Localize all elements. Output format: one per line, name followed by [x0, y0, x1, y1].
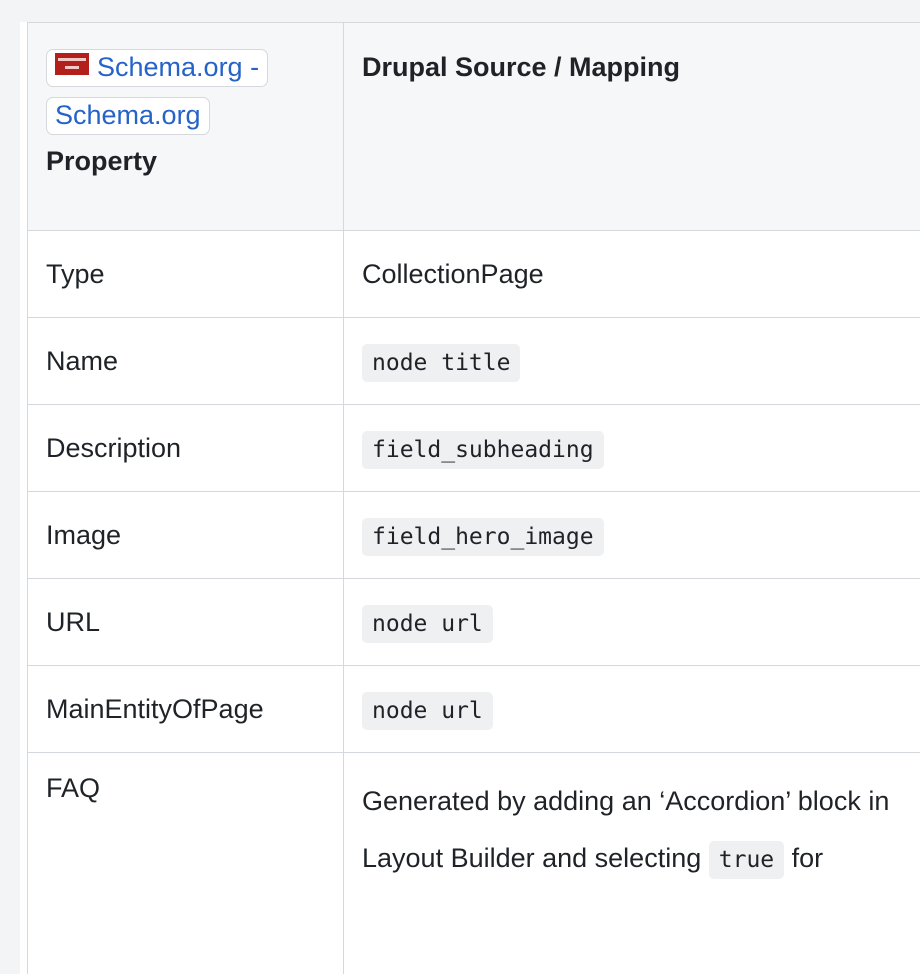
- mapping-code: node url: [362, 604, 493, 643]
- header-source-label: Drupal Source / Mapping: [362, 52, 681, 82]
- mapping-code: node url: [362, 691, 493, 730]
- mapping-cell: node title: [343, 317, 920, 405]
- property-cell: URL: [27, 578, 344, 666]
- top-band: [20, 0, 920, 22]
- faq-code: true: [708, 841, 785, 879]
- table-row: Type CollectionPage: [27, 230, 920, 318]
- table-row: Name node title: [27, 317, 920, 405]
- mapping-cell: field_hero_image: [343, 491, 920, 579]
- schema-org-link[interactable]: Schema.org - Schema.org: [46, 49, 269, 135]
- property-cell: Image: [27, 491, 344, 579]
- header-source-cell: Drupal Source / Mapping: [343, 22, 920, 231]
- property-cell: MainEntityOfPage: [27, 665, 344, 753]
- mapping-cell: field_subheading: [343, 404, 920, 492]
- property-cell: Description: [27, 404, 344, 492]
- table-row: Image field_hero_image: [27, 491, 920, 579]
- mapping-code: field_hero_image: [362, 517, 604, 556]
- table-row-faq: FAQ Generated by adding an ‘Accordion’ b…: [27, 752, 920, 974]
- table-row: Description field_subheading: [27, 404, 920, 492]
- property-cell: Name: [27, 317, 344, 405]
- header-property-label: Property: [46, 146, 158, 176]
- faq-suffix: for: [791, 843, 824, 873]
- table-body: Type CollectionPage Name node title Desc…: [27, 230, 920, 974]
- schema-org-favicon-icon: [55, 53, 89, 75]
- table-row: MainEntityOfPage node url: [27, 665, 920, 753]
- property-cell: FAQ: [27, 752, 344, 974]
- table-row: URL node url: [27, 578, 920, 666]
- mapping-cell: Generated by adding an ‘Accordion’ block…: [343, 752, 920, 974]
- mapping-code: node title: [362, 343, 521, 382]
- mapping-code: field_subheading: [362, 430, 604, 469]
- schema-mapping-table: Schema.org - Schema.org Property Drupal …: [27, 22, 920, 974]
- property-cell: Type: [27, 230, 344, 318]
- header-property-cell: Schema.org - Schema.org Property: [27, 22, 344, 231]
- table-header-row: Schema.org - Schema.org Property Drupal …: [27, 22, 920, 231]
- content-sheet: Schema.org - Schema.org Property Drupal …: [20, 0, 920, 974]
- mapping-cell: CollectionPage: [343, 230, 920, 318]
- faq-description: Generated by adding an ‘Accordion’ block…: [362, 773, 909, 889]
- mapping-cell: node url: [343, 578, 920, 666]
- mapping-cell: node url: [343, 665, 920, 753]
- page: Schema.org - Schema.org Property Drupal …: [0, 0, 920, 974]
